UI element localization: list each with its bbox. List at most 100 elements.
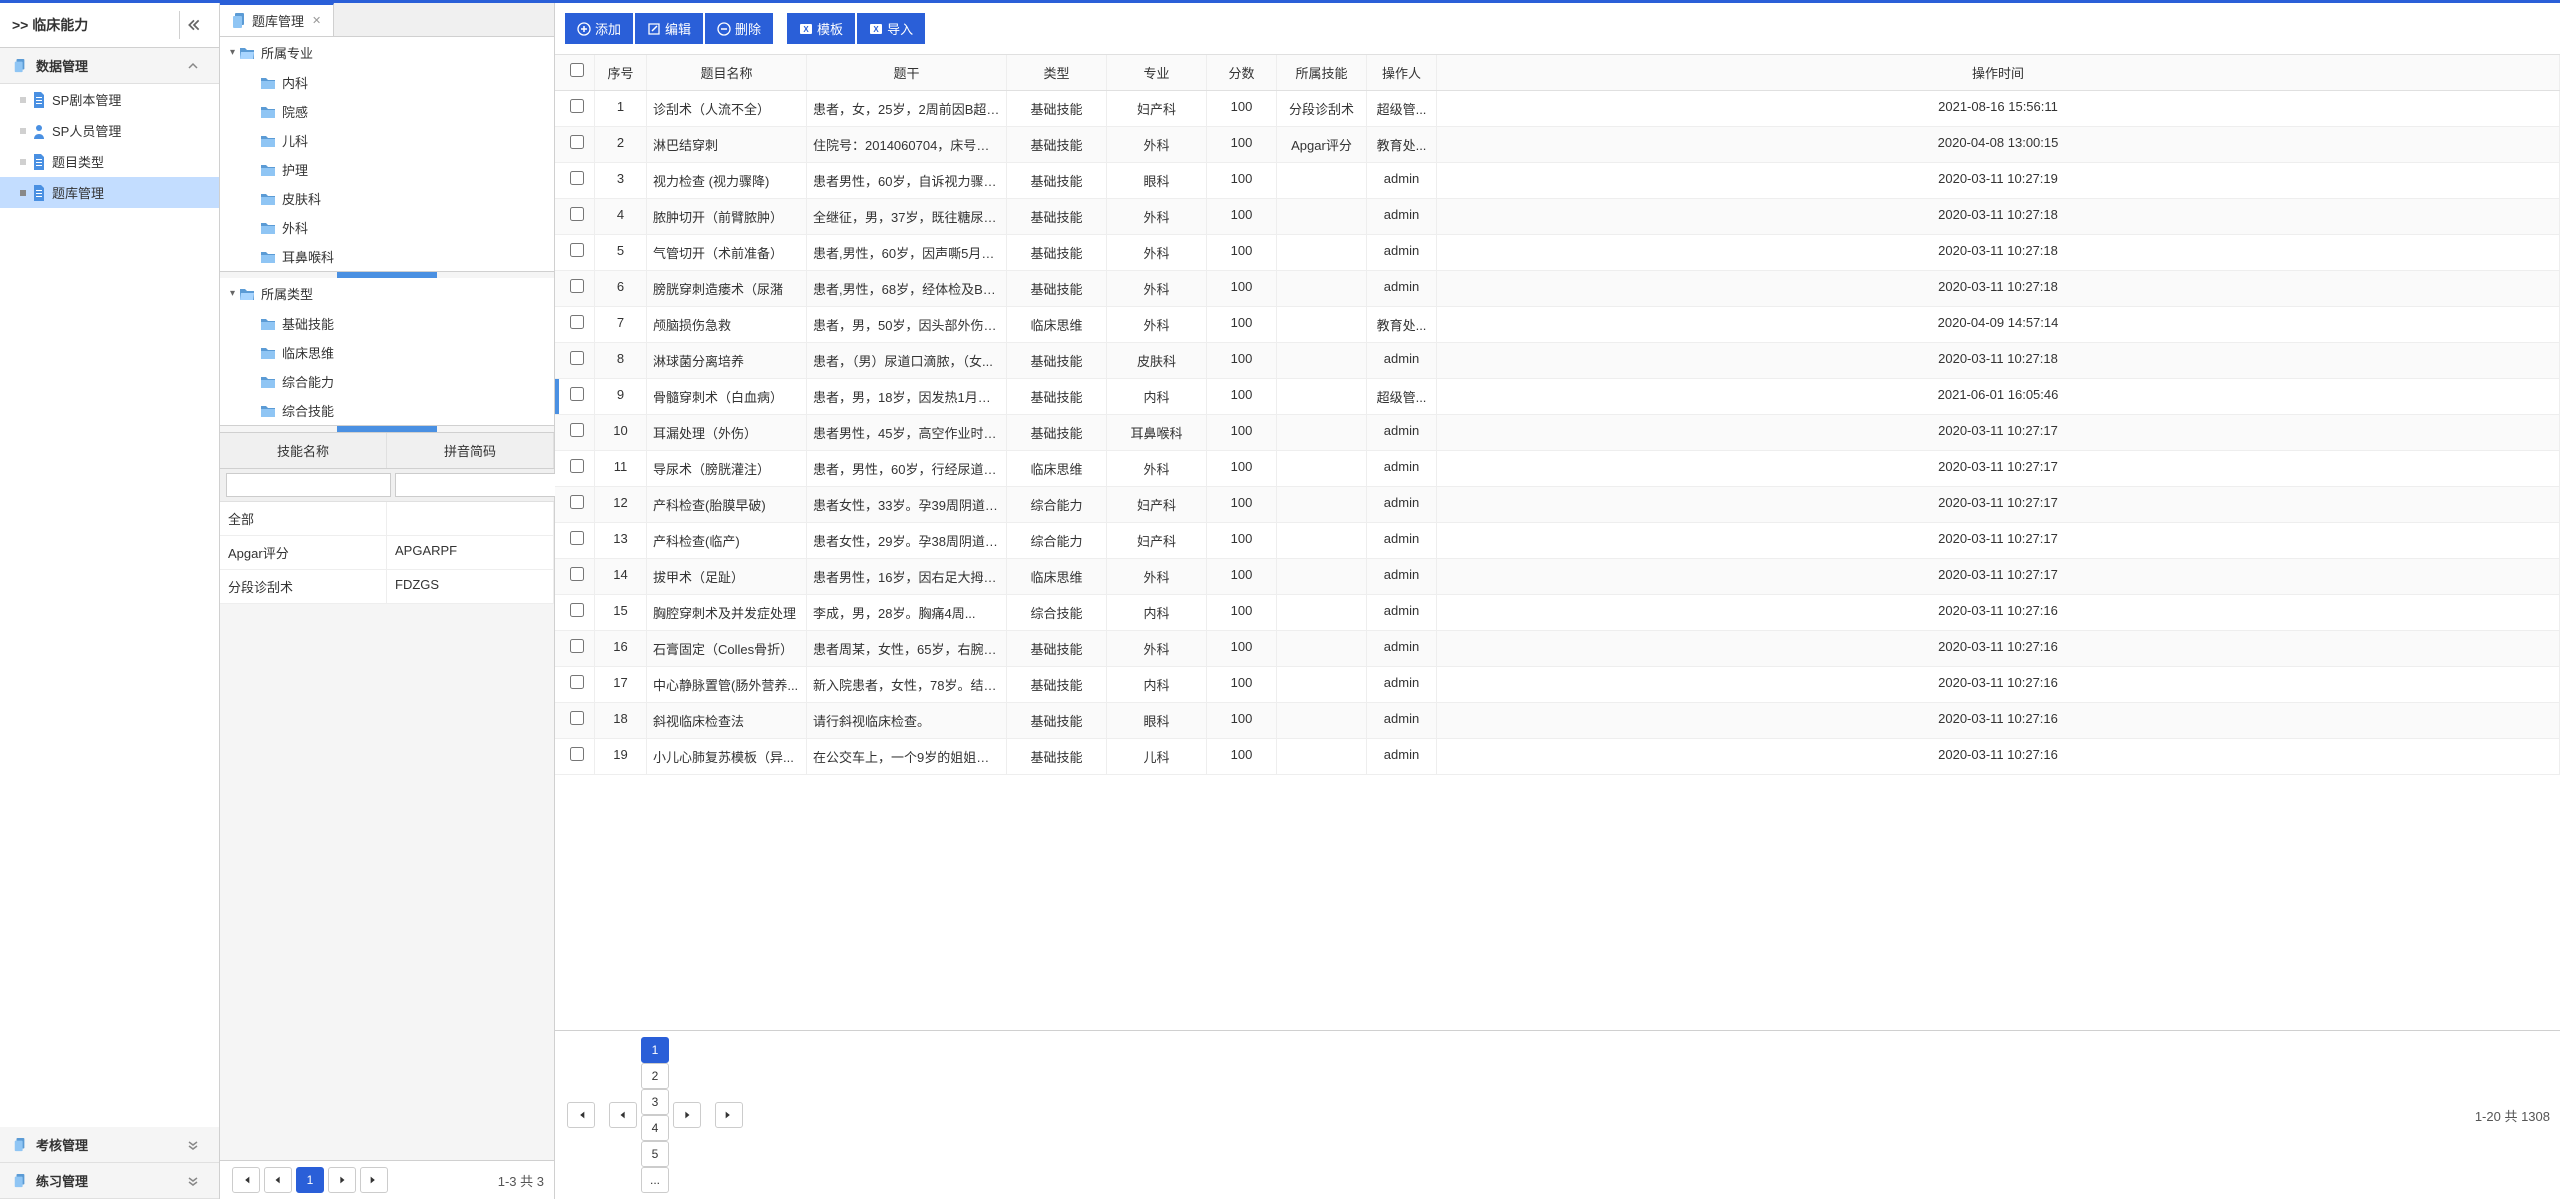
- table-row[interactable]: 6 膀胱穿刺造瘘术（尿潴 患者,男性，68岁，经体检及B超... 基础技能 外科…: [555, 271, 2560, 307]
- row-checkbox[interactable]: [570, 423, 584, 437]
- page-first-button[interactable]: [232, 1167, 260, 1193]
- skill-filter-name-input[interactable]: [226, 473, 391, 497]
- table-row[interactable]: 2 淋巴结穿刺 住院号：2014060704，床号：1... 基础技能 外科 1…: [555, 127, 2560, 163]
- row-checkbox[interactable]: [570, 675, 584, 689]
- nav-item[interactable]: 题库管理: [0, 177, 219, 208]
- row-checkbox[interactable]: [570, 603, 584, 617]
- table-row[interactable]: 3 视力检查 (视力骤降) 患者男性，60岁，自诉视力骤降... 基础技能 眼科…: [555, 163, 2560, 199]
- nav-item[interactable]: 题目类型: [0, 146, 219, 177]
- skill-filter-code-input[interactable]: [395, 473, 560, 497]
- page-prev-button[interactable]: [264, 1167, 292, 1193]
- page-3-button[interactable]: 3: [641, 1089, 669, 1115]
- row-checkbox[interactable]: [570, 747, 584, 761]
- table-row[interactable]: 1 诊刮术（人流不全） 患者，女，25岁，2周前因B超提... 基础技能 妇产科…: [555, 91, 2560, 127]
- edit-button[interactable]: 编辑: [635, 13, 703, 44]
- table-row[interactable]: 5 气管切开（术前准备） 患者,男性，60岁，因声嘶5月就... 基础技能 外科…: [555, 235, 2560, 271]
- nav-item[interactable]: SP剧本管理: [0, 84, 219, 115]
- minus-circle-icon: [717, 22, 731, 36]
- collapse-sidebar-button[interactable]: [179, 11, 207, 39]
- header-type[interactable]: 类型: [1007, 55, 1107, 90]
- delete-button[interactable]: 删除: [705, 13, 773, 44]
- row-checkbox[interactable]: [570, 351, 584, 365]
- page-last-button[interactable]: [715, 1102, 743, 1128]
- page-1-button[interactable]: 1: [296, 1167, 324, 1193]
- row-checkbox[interactable]: [570, 567, 584, 581]
- page-next-button[interactable]: [673, 1102, 701, 1128]
- import-button[interactable]: 导入: [857, 13, 925, 44]
- table-row[interactable]: 19 小儿心肺复苏模板（异... 在公交车上，一个9岁的姐姐给5... 基础技能…: [555, 739, 2560, 775]
- row-checkbox[interactable]: [570, 171, 584, 185]
- page-4-button[interactable]: 4: [641, 1115, 669, 1141]
- row-checkbox[interactable]: [570, 207, 584, 221]
- tree-header[interactable]: ▾所属专业: [220, 37, 554, 68]
- tree-item[interactable]: 皮肤科: [250, 184, 554, 213]
- table-row[interactable]: 8 淋球菌分离培养 患者，（男）尿道口滴脓，（女... 基础技能 皮肤科 100…: [555, 343, 2560, 379]
- skill-row[interactable]: 分段诊刮术FDZGS: [220, 570, 554, 604]
- table-row[interactable]: 12 产科检查(胎膜早破) 患者女性，33岁。孕39周阴道流... 综合能力 妇…: [555, 487, 2560, 523]
- header-seq[interactable]: 序号: [595, 55, 647, 90]
- tree-item[interactable]: 耳鼻喉科: [250, 242, 554, 271]
- row-checkbox[interactable]: [570, 495, 584, 509]
- select-all-checkbox[interactable]: [570, 63, 584, 77]
- page-first-button[interactable]: [567, 1102, 595, 1128]
- row-checkbox[interactable]: [570, 387, 584, 401]
- nav-section[interactable]: 练习管理: [0, 1163, 219, 1199]
- skill-row[interactable]: 全部: [220, 502, 554, 536]
- table-row[interactable]: 18 斜视临床检查法 请行斜视临床检查。 基础技能 眼科 100 admin 2…: [555, 703, 2560, 739]
- row-checkbox[interactable]: [570, 531, 584, 545]
- add-button[interactable]: 添加: [565, 13, 633, 44]
- row-checkbox[interactable]: [570, 135, 584, 149]
- table-row[interactable]: 13 产科检查(临产) 患者女性，29岁。孕38周阴道见... 综合能力 妇产科…: [555, 523, 2560, 559]
- table-row[interactable]: 7 颅脑损伤急救 患者，男，50岁，因头部外伤就... 临床思维 外科 100 …: [555, 307, 2560, 343]
- header-score[interactable]: 分数: [1207, 55, 1277, 90]
- header-major[interactable]: 专业: [1107, 55, 1207, 90]
- row-checkbox[interactable]: [570, 639, 584, 653]
- table-row[interactable]: 10 耳漏处理（外伤） 患者男性，45岁，高空作业时有... 基础技能 耳鼻喉科…: [555, 415, 2560, 451]
- page-1-button[interactable]: 1: [641, 1037, 669, 1063]
- header-skill[interactable]: 所属技能: [1277, 55, 1367, 90]
- page-2-button[interactable]: 2: [641, 1063, 669, 1089]
- row-checkbox[interactable]: [570, 711, 584, 725]
- row-checkbox[interactable]: [570, 99, 584, 113]
- tree-item[interactable]: 外科: [250, 213, 554, 242]
- nav-section[interactable]: 数据管理: [0, 48, 219, 84]
- tree-item[interactable]: 内科: [250, 68, 554, 97]
- row-checkbox[interactable]: [570, 315, 584, 329]
- tree-item-label: 皮肤科: [282, 189, 321, 208]
- row-checkbox[interactable]: [570, 243, 584, 257]
- nav-item[interactable]: SP人员管理: [0, 115, 219, 146]
- tree-item[interactable]: 基础技能: [250, 309, 554, 338]
- header-time[interactable]: 操作时间: [1437, 55, 2560, 90]
- page-last-button[interactable]: [360, 1167, 388, 1193]
- page-5-button[interactable]: 5: [641, 1141, 669, 1167]
- tree-item[interactable]: 综合技能: [250, 396, 554, 425]
- cell-time: 2020-03-11 10:27:16: [1437, 595, 2560, 630]
- tab[interactable]: 题库管理✕: [220, 3, 334, 36]
- table-row[interactable]: 11 导尿术（膀胱灌注） 患者，男性，60岁，行经尿道膀... 临床思维 外科 …: [555, 451, 2560, 487]
- skill-row[interactable]: Apgar评分APGARPF: [220, 536, 554, 570]
- row-checkbox[interactable]: [570, 459, 584, 473]
- table-row[interactable]: 4 脓肿切开（前臂脓肿） 全继征，男，37岁，既往糖尿病... 基础技能 外科 …: [555, 199, 2560, 235]
- tree-item[interactable]: 护理: [250, 155, 554, 184]
- table-row[interactable]: 15 胸腔穿刺术及并发症处理 李成，男，28岁。胸痛4周... 综合技能 内科 …: [555, 595, 2560, 631]
- tree-item[interactable]: 临床思维: [250, 338, 554, 367]
- template-button[interactable]: 模板: [787, 13, 855, 44]
- header-stem[interactable]: 题干: [807, 55, 1007, 90]
- tree-header[interactable]: ▾所属类型: [220, 278, 554, 309]
- table-row[interactable]: 9 骨髓穿刺术（白血病） 患者，男，18岁，因发热1月入... 基础技能 内科 …: [555, 379, 2560, 415]
- table-row[interactable]: 17 中心静脉置管(肠外营养... 新入院患者，女性，78岁。结肠... 基础技…: [555, 667, 2560, 703]
- close-icon[interactable]: ✕: [312, 14, 321, 27]
- cell-stem: 患者，男性，60岁，行经尿道膀...: [807, 451, 1007, 486]
- table-row[interactable]: 16 石膏固定（Colles骨折） 患者周某，女性，65岁，右腕外... 基础技…: [555, 631, 2560, 667]
- tree-item[interactable]: 儿科: [250, 126, 554, 155]
- nav-section[interactable]: 考核管理: [0, 1127, 219, 1163]
- row-checkbox[interactable]: [570, 279, 584, 293]
- header-name[interactable]: 题目名称: [647, 55, 807, 90]
- page-...-button[interactable]: ...: [641, 1167, 669, 1193]
- tree-item[interactable]: 院感: [250, 97, 554, 126]
- table-row[interactable]: 14 拔甲术（足趾） 患者男性，16岁，因右足大拇趾... 临床思维 外科 10…: [555, 559, 2560, 595]
- page-prev-button[interactable]: [609, 1102, 637, 1128]
- header-oper[interactable]: 操作人: [1367, 55, 1437, 90]
- tree-item[interactable]: 综合能力: [250, 367, 554, 396]
- page-next-button[interactable]: [328, 1167, 356, 1193]
